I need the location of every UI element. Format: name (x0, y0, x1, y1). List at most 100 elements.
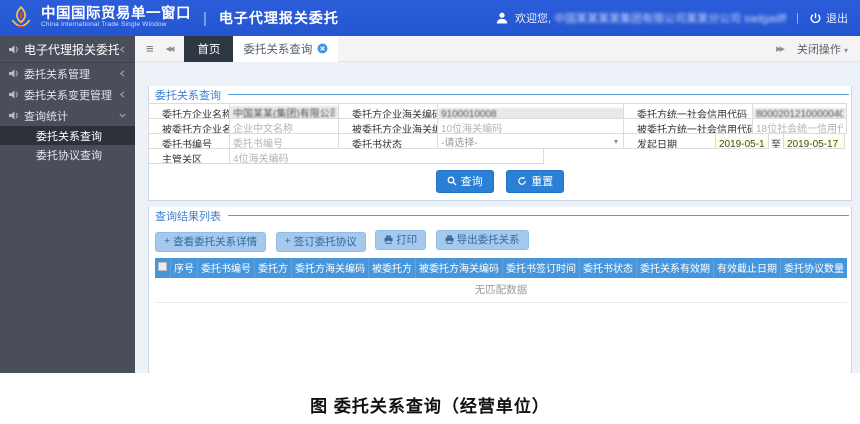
chevron-left-icon (119, 91, 126, 98)
figure-caption: 图 委托关系查询（经营单位） (310, 392, 550, 424)
entrustee-customs-code-field[interactable] (438, 123, 623, 135)
column-header: 序号 (171, 258, 198, 278)
sidebar-root-label: 电子代理报关委托 (24, 41, 119, 58)
brand-divider: | (203, 10, 207, 27)
customs-district-field[interactable] (230, 153, 543, 165)
column-header: 被委托方海关编码 (416, 258, 503, 278)
results-panel-title: 查询结果列表 (149, 208, 228, 224)
chevron-left-icon (119, 70, 126, 77)
field-label: 发起日期 (623, 133, 716, 149)
workspace: 委托关系查询 委托方企业名称 委托方企业海关编码 (135, 62, 860, 373)
export-icon (445, 235, 454, 244)
column-header: 委托书状态 (580, 258, 637, 278)
panel-rule (228, 215, 849, 216)
view-detail-button[interactable]: + 查看委托关系详情 (155, 232, 266, 252)
table-header-row: 序号 委托书编号 委托方 委托方海关编码 被委托方 被委托方海关编码 委托书签订… (155, 258, 847, 278)
sign-agreement-button[interactable]: + 签订委托协议 (276, 232, 366, 252)
single-window-logo-icon (8, 5, 34, 31)
plus-icon: + (285, 235, 291, 247)
brand-subtitle: China International Trade Single Window (41, 22, 191, 29)
sidebar-subitem-agreement-query[interactable]: 委托协议查询 (0, 145, 135, 164)
field-label: 委托方企业海关编码 (338, 103, 438, 119)
query-form: 委托方企业名称 委托方企业海关编码 委托方统一社会信用代码 (149, 104, 851, 164)
sidebar-item-label: 委托关系管理 (24, 66, 119, 82)
module-icon (9, 45, 19, 54)
field-label: 被委托方企业名称 (148, 118, 230, 134)
field-label: 被委托方企业海关编码 (338, 118, 438, 134)
search-icon (447, 176, 457, 186)
caret-down-icon: ▾ (614, 137, 618, 146)
sidebar: 电子代理报关委托 委托关系管理 (0, 36, 135, 373)
tab-home[interactable]: 首页 (184, 36, 233, 62)
field-label: 被委托方统一社会信用代码 (623, 118, 753, 134)
brand-title: 中国国际贸易单一窗口 (41, 7, 191, 22)
query-panel-title: 委托关系查询 (149, 87, 228, 103)
hamburger-menu-icon[interactable]: ≡ (146, 42, 154, 55)
reset-button[interactable]: 重置 (506, 170, 564, 193)
column-header: 委托书签订时间 (503, 258, 580, 278)
column-header: 被委托方 (369, 258, 416, 278)
app-window: 中国国际贸易单一窗口 China International Trade Sin… (0, 0, 860, 373)
export-button[interactable]: 导出委托关系 (436, 230, 529, 250)
tab-bar: ≡ ◀◀ 首页 委托关系查询 ▶▶ 关闭操作 ▾ (135, 36, 860, 62)
date-range-to-label: 至 (768, 133, 784, 149)
close-operations-dropdown[interactable]: 关闭操作 ▾ (797, 41, 848, 57)
field-label: 委托书状态 (338, 133, 438, 149)
column-header: 委托方 (255, 258, 292, 278)
chevron-down-icon (119, 112, 126, 119)
column-header: 委托关系有效期 (637, 258, 714, 278)
tab-relation-query[interactable]: 委托关系查询 (233, 36, 338, 62)
printer-icon (384, 235, 393, 244)
welcome-text: 欢迎您, (515, 10, 551, 26)
results-table: 序号 委托书编号 委托方 委托方海关编码 被委托方 被委托方海关编码 委托书签订… (155, 258, 847, 303)
app-header: 中国国际贸易单一窗口 China International Trade Sin… (0, 0, 860, 36)
empty-state-text: 无匹配数据 (155, 278, 847, 303)
tab-label: 委托关系查询 (243, 41, 312, 57)
select-all-checkbox[interactable] (158, 262, 167, 271)
start-date-from-field[interactable] (716, 138, 768, 150)
sidebar-item-query-statistics[interactable]: 查询统计 (0, 105, 135, 126)
column-header: 有效截止日期 (714, 258, 781, 278)
field-label: 委托方企业名称 (148, 103, 230, 119)
field-label: 委托方统一社会信用代码 (623, 103, 753, 119)
column-header: 委托书编号 (198, 258, 255, 278)
letter-status-select[interactable]: -请选择- ▾ (438, 134, 623, 148)
field-label: 委托书编号 (148, 133, 230, 149)
sidebar-root-item[interactable]: 电子代理报关委托 (0, 36, 135, 63)
column-header: 委托协议数量 (781, 258, 848, 278)
panel-rule (228, 94, 849, 95)
sidebar-item-change-management[interactable]: 委托关系变更管理 (0, 84, 135, 105)
results-panel: 查询结果列表 + 查看委托关系详情 + 签订委托协议 (148, 207, 852, 373)
sidebar-item-label: 查询统计 (24, 108, 119, 124)
entrustor-name-field[interactable] (230, 106, 338, 120)
logout-button[interactable]: 退出 (826, 10, 848, 26)
menu-item-icon (9, 90, 19, 99)
sidebar-subitem-relation-query[interactable]: 委托关系查询 (0, 126, 135, 145)
print-button[interactable]: 打印 (375, 230, 426, 250)
query-panel: 委托关系查询 委托方企业名称 委托方企业海关编码 (148, 86, 852, 201)
menu-item-icon (9, 111, 19, 120)
sidebar-item-label: 委托关系变更管理 (24, 87, 119, 103)
column-header: 委托方海关编码 (292, 258, 369, 278)
caret-down-icon: ▾ (844, 46, 848, 55)
search-button[interactable]: 查询 (436, 170, 494, 193)
reset-icon (517, 176, 527, 186)
app-title: 电子代理报关委托 (219, 8, 339, 28)
start-date-to-field[interactable] (784, 138, 844, 150)
field-label: 主管关区 (148, 148, 230, 164)
document-page: 中国国际贸易单一窗口 China International Trade Sin… (0, 0, 860, 424)
power-icon[interactable] (809, 12, 822, 25)
results-toolbar: + 查看委托关系详情 + 签订委托协议 (149, 224, 851, 257)
empty-state-row: 无匹配数据 (155, 278, 847, 303)
scroll-tabs-right-icon[interactable]: ▶▶ (776, 45, 783, 53)
brand-area: 中国国际贸易单一窗口 China International Trade Sin… (8, 5, 339, 31)
plus-icon: + (164, 235, 170, 247)
username-redacted: 中国某某某某集团有限公司某某分公司 sadgadff (554, 10, 786, 26)
sidebar-item-relation-management[interactable]: 委托关系管理 (0, 63, 135, 84)
close-tab-icon[interactable] (317, 43, 328, 54)
user-icon (495, 11, 509, 25)
user-area: 欢迎您, 中国某某某某集团有限公司某某分公司 sadgadff | 退出 (495, 10, 848, 26)
select-all-header (155, 258, 171, 278)
scroll-tabs-left-icon[interactable]: ◀◀ (166, 45, 173, 53)
chevron-left-icon (119, 46, 126, 53)
